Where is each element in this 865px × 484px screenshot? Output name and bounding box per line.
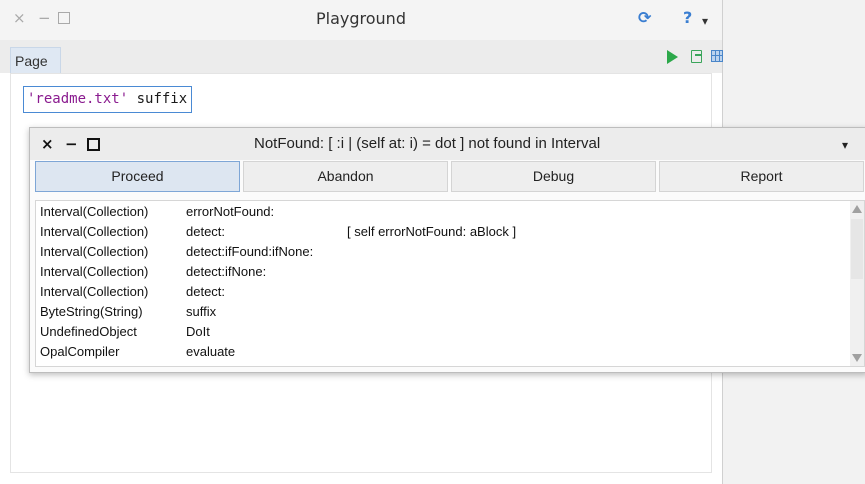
stack-class: OpalCompiler bbox=[40, 344, 120, 359]
help-icon[interactable]: ? bbox=[683, 8, 692, 28]
grid-icon[interactable] bbox=[711, 50, 723, 62]
tab-page[interactable]: Page bbox=[10, 47, 61, 73]
scroll-thumb[interactable] bbox=[851, 219, 863, 279]
playground-titlebar[interactable]: × − Playground ⟳ ? ▾ bbox=[0, 0, 722, 40]
export-icon[interactable] bbox=[691, 50, 702, 63]
report-button[interactable]: Report bbox=[659, 161, 864, 192]
stack-method: detect: bbox=[186, 284, 226, 299]
stack-method: evaluate bbox=[186, 344, 236, 359]
stack-source: [ self errorNotFound: aBlock ] bbox=[347, 224, 517, 239]
stack-class: UndefinedObject bbox=[40, 324, 137, 339]
stack-method: DoIt bbox=[186, 324, 210, 339]
code-message-selector: suffix bbox=[128, 91, 188, 107]
vertical-scrollbar[interactable] bbox=[850, 201, 864, 366]
stack-method: suffix bbox=[186, 304, 217, 319]
stack-class: Interval(Collection) bbox=[40, 264, 149, 279]
stack-method: detect: bbox=[186, 224, 226, 239]
stack-method: errorNotFound: bbox=[186, 204, 275, 219]
scroll-down-icon[interactable] bbox=[852, 354, 862, 362]
debugger-titlebar[interactable]: × − NotFound: [ :i | (self at: i) = dot … bbox=[30, 128, 865, 160]
debugger-button-row: Proceed Abandon Debug Report bbox=[35, 161, 865, 194]
maximize-icon[interactable] bbox=[87, 135, 100, 155]
scroll-up-icon[interactable] bbox=[852, 205, 862, 213]
stack-class: Interval(Collection) bbox=[40, 224, 149, 239]
debug-button[interactable]: Debug bbox=[451, 161, 656, 192]
window-title: Playground bbox=[316, 9, 406, 28]
abandon-button[interactable]: Abandon bbox=[243, 161, 448, 192]
debugger-title: NotFound: [ :i | (self at: i) = dot ] no… bbox=[254, 135, 601, 152]
stack-class: Interval(Collection) bbox=[40, 284, 149, 299]
stack-method: detect:ifFound:ifNone: bbox=[186, 244, 314, 259]
tab-strip: Page bbox=[0, 40, 722, 73]
play-icon[interactable] bbox=[667, 50, 678, 64]
stack-list[interactable]: Interval(Collection) errorNotFound: Inte… bbox=[35, 200, 865, 367]
stack-class: Interval(Collection) bbox=[40, 244, 149, 259]
stack-method: detect:ifNone: bbox=[186, 264, 267, 279]
close-icon[interactable]: × bbox=[41, 135, 54, 153]
stack-class: Interval(Collection) bbox=[40, 204, 149, 219]
code-string-literal: 'readme.txt' bbox=[27, 91, 129, 107]
proceed-button[interactable]: Proceed bbox=[35, 161, 240, 192]
window-menu-icon[interactable]: ▾ bbox=[842, 138, 848, 152]
window-menu-icon[interactable]: ▾ bbox=[702, 11, 708, 31]
minimize-icon[interactable]: − bbox=[65, 135, 78, 153]
code-selection[interactable]: 'readme.txt' suffix bbox=[23, 86, 193, 113]
debugger-window: × − NotFound: [ :i | (self at: i) = dot … bbox=[29, 127, 865, 373]
stack-class: ByteString(String) bbox=[40, 304, 143, 319]
sync-icon[interactable]: ⟳ bbox=[638, 8, 651, 28]
